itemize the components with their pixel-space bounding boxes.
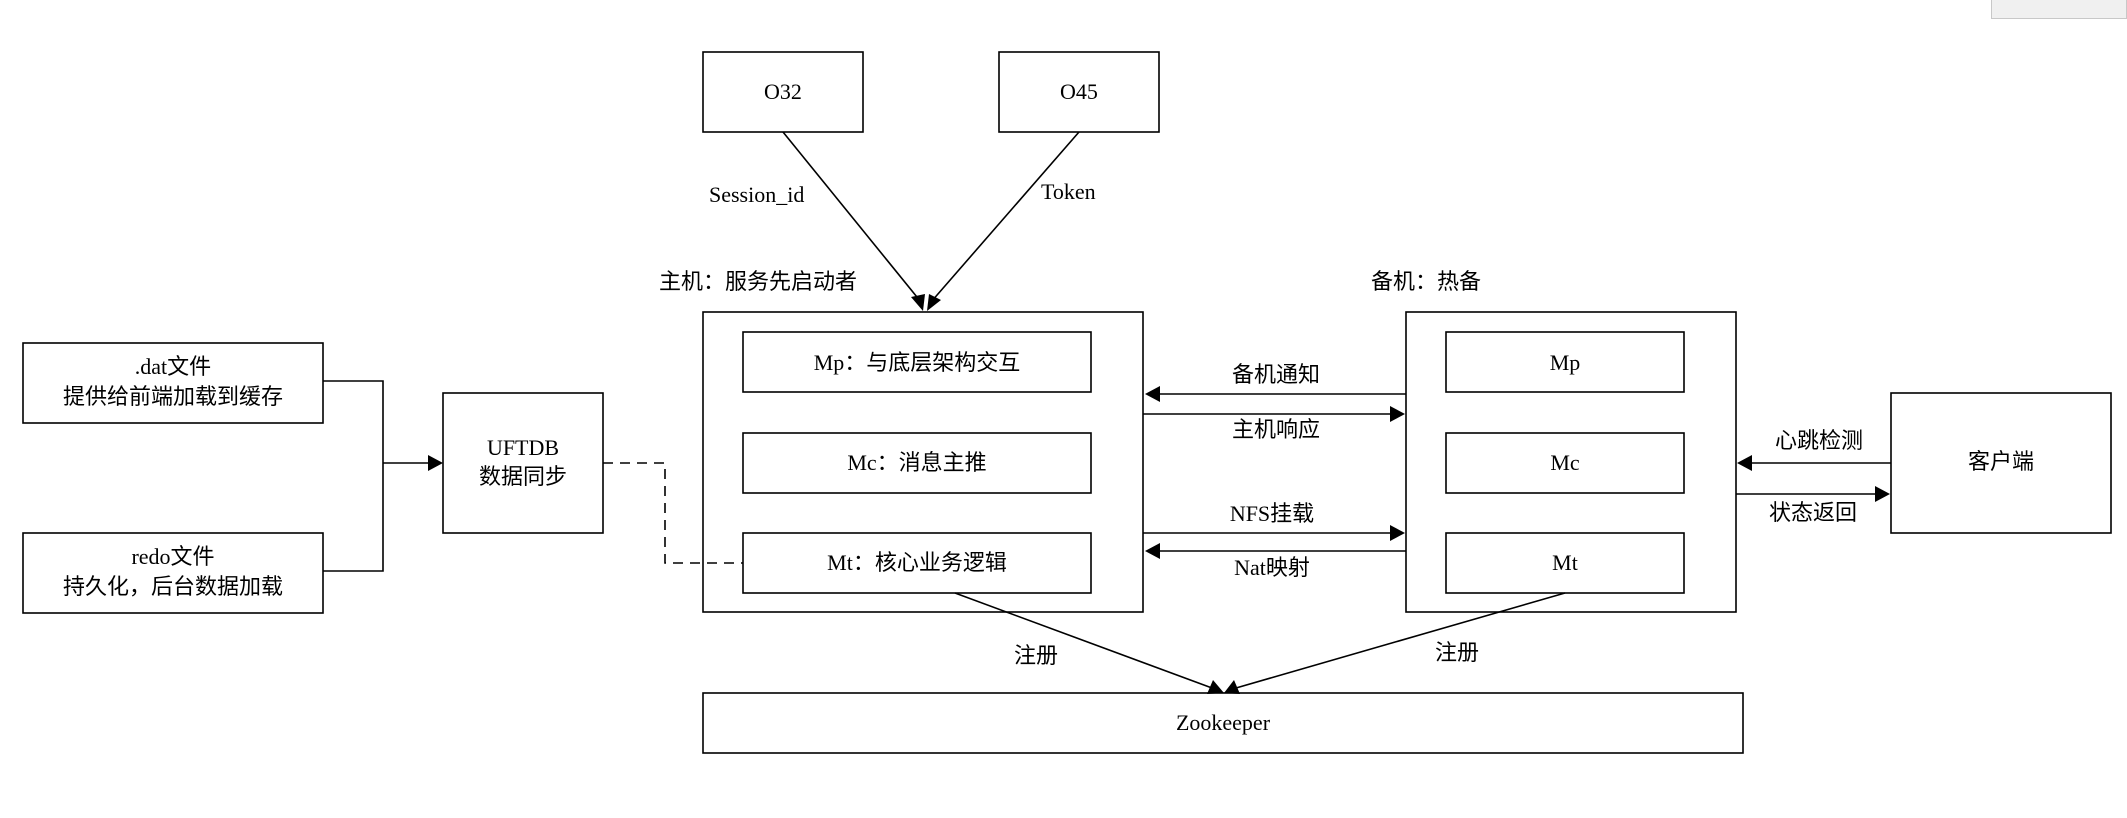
architecture-diagram: O32 O45 .dat文件 提供给前端加载到缓存 redo文件 持久化，后台数…: [22, 51, 2112, 754]
session-id-arrowhead: [911, 294, 925, 311]
dat-file-label-line1: .dat文件: [135, 354, 211, 379]
standby-host-title: 备机：热备: [1371, 269, 1481, 294]
uftdb-label-line2: 数据同步: [479, 464, 567, 489]
register-primary-label: 注册: [1014, 643, 1058, 668]
primary-mc-label: Mc：消息主推: [847, 450, 986, 475]
primary-mt-label: Mt：核心业务逻辑: [827, 550, 1007, 575]
files-to-uftdb-arrowhead: [428, 455, 443, 471]
token-label: Token: [1041, 179, 1096, 204]
register-standby-label: 注册: [1435, 640, 1479, 665]
standby-mp-label: Mp: [1550, 350, 1581, 375]
nat-mapping-label: Nat映射: [1234, 555, 1310, 580]
standby-mt-label: Mt: [1552, 550, 1578, 575]
standby-notify-arrowhead: [1145, 386, 1160, 402]
primary-host-title: 主机：服务先启动者: [659, 269, 857, 294]
uftdb-label-line1: UFTDB: [487, 435, 559, 460]
redo-file-label-line1: redo文件: [131, 544, 214, 569]
nfs-mount-label: NFS挂载: [1230, 501, 1314, 526]
primary-response-arrowhead: [1390, 406, 1405, 422]
session-id-label: Session_id: [709, 182, 804, 207]
standby-mc-label: Mc: [1550, 450, 1580, 475]
o32-label: O32: [764, 79, 802, 104]
primary-response-label: 主机响应: [1232, 417, 1320, 442]
primary-mp-label: Mp：与底层架构交互: [814, 350, 1021, 375]
token-connector: [930, 131, 1080, 303]
dat-file-label-line2: 提供给前端加载到缓存: [63, 384, 283, 409]
zookeeper-label: Zookeeper: [1176, 710, 1271, 735]
standby-notify-label: 备机通知: [1232, 362, 1320, 387]
status-return-arrowhead: [1875, 486, 1890, 502]
o45-label: O45: [1060, 79, 1098, 104]
nat-mapping-arrowhead: [1145, 543, 1160, 559]
files-bracket-connector: [323, 380, 384, 572]
heartbeat-label: 心跳检测: [1775, 428, 1863, 453]
status-return-label: 状态返回: [1769, 500, 1857, 525]
nfs-mount-arrowhead: [1390, 525, 1405, 541]
heartbeat-arrowhead: [1737, 455, 1752, 471]
redo-file-label-line2: 持久化，后台数据加载: [63, 574, 283, 599]
client-label: 客户端: [1968, 449, 2034, 474]
register-standby-connector: [1235, 592, 1566, 689]
token-arrowhead: [927, 294, 941, 311]
uftdb-box: [442, 392, 604, 534]
